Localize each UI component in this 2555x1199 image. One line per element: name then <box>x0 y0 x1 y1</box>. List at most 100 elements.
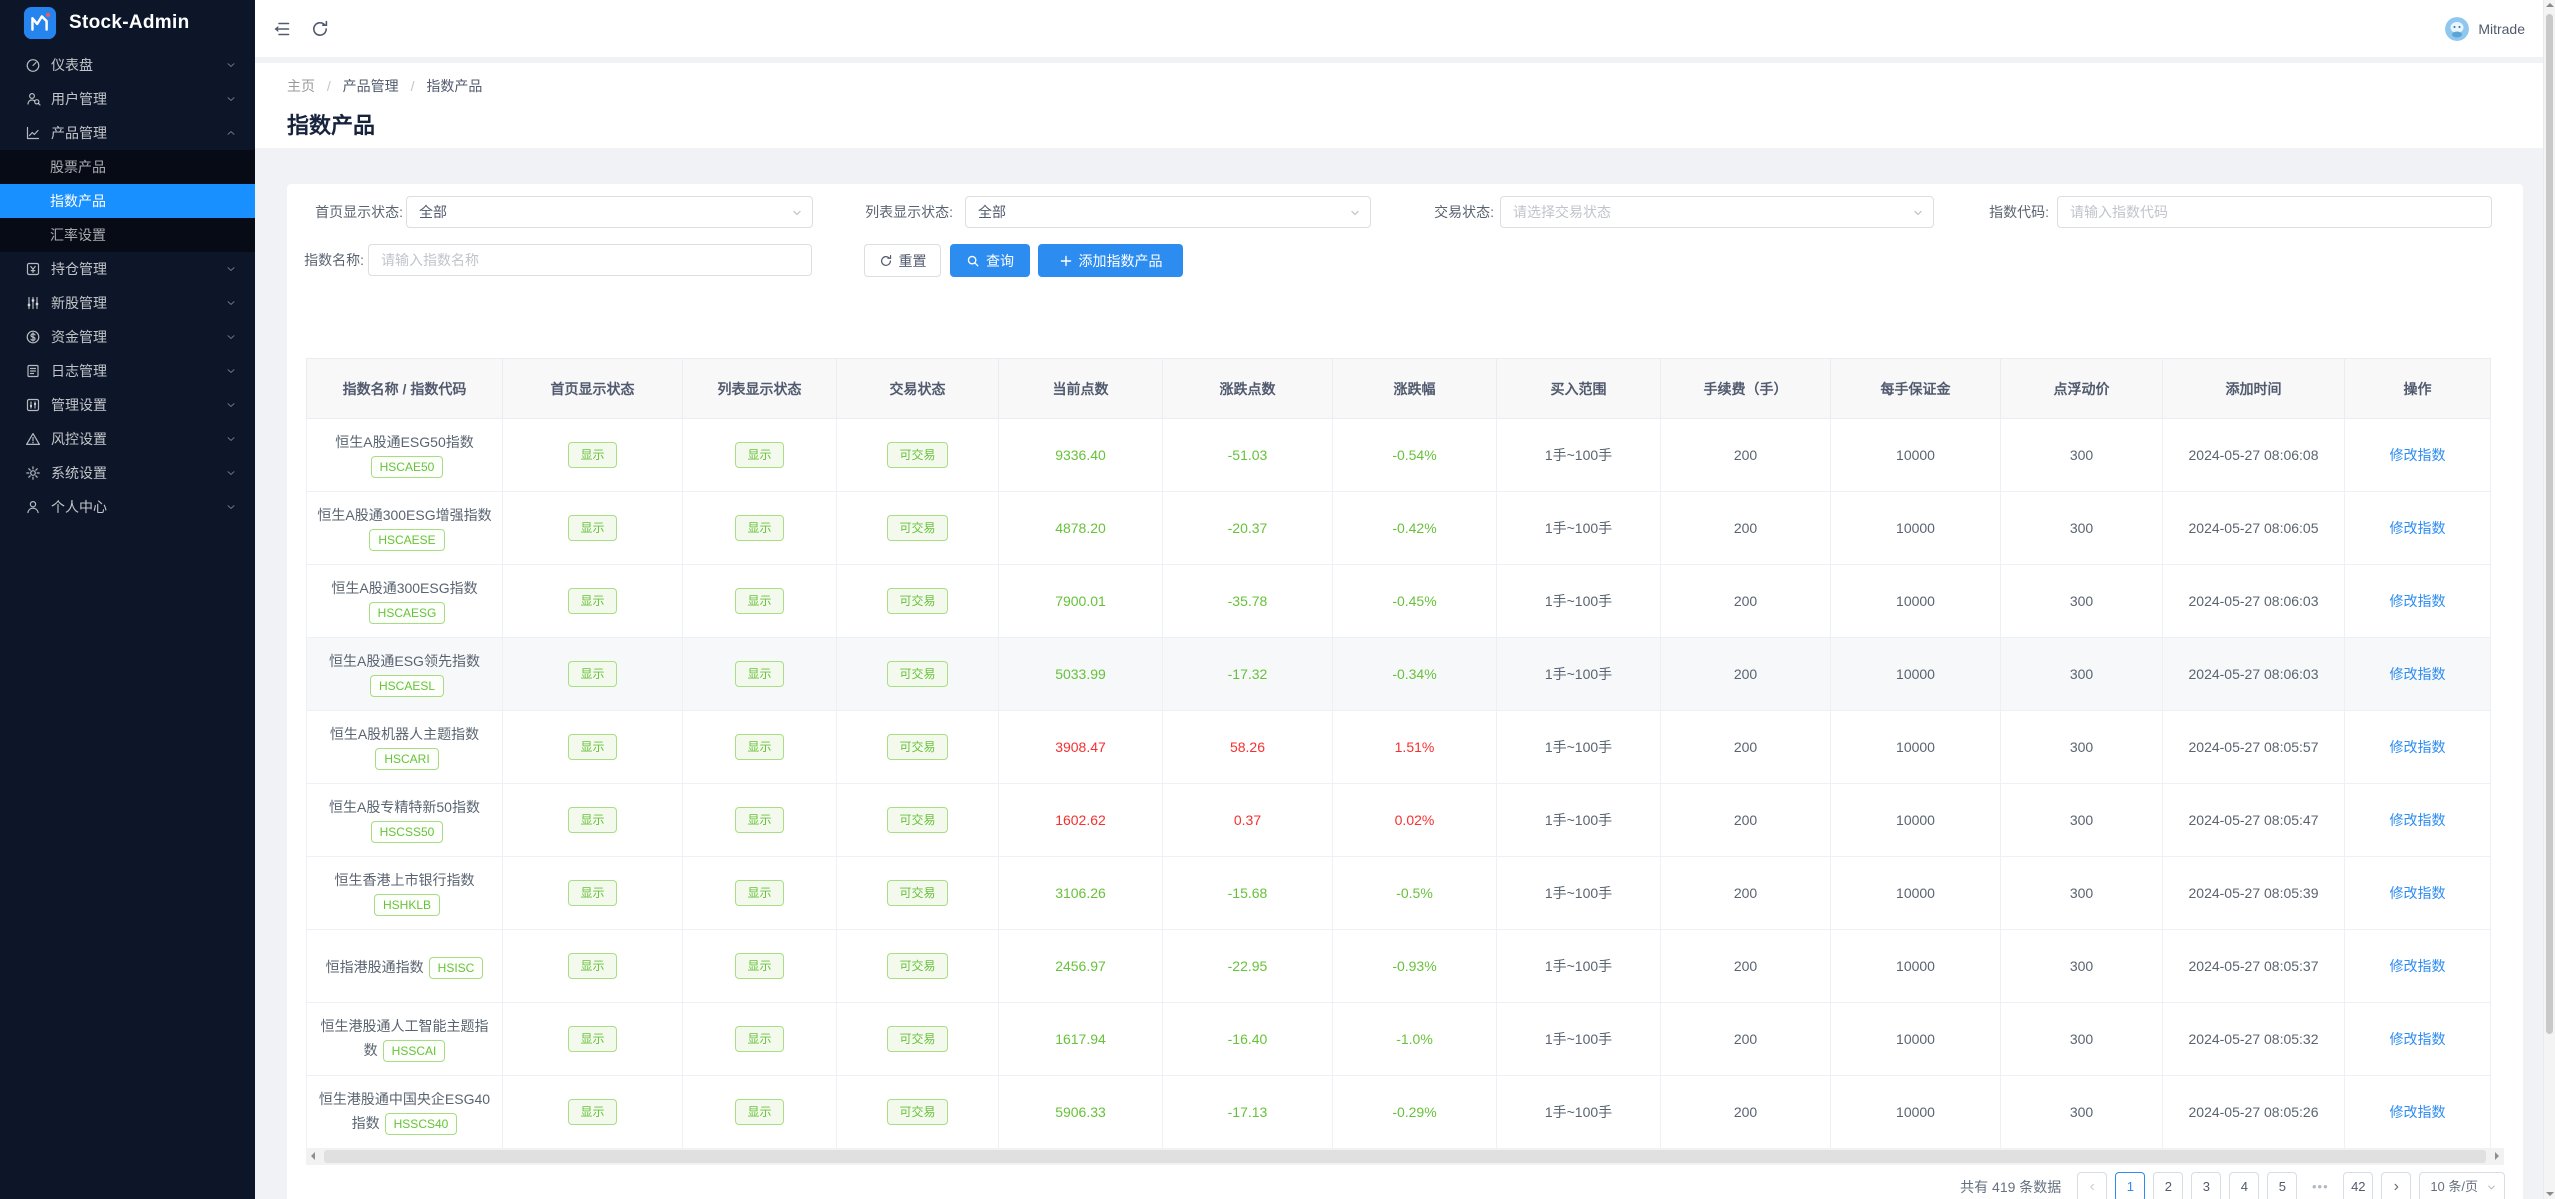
edit-index-link[interactable]: 修改指数 <box>2390 812 2446 828</box>
trade-status-badge[interactable]: 可交易 <box>887 442 948 468</box>
vertical-scrollbar-thumb[interactable] <box>2546 14 2553 1034</box>
list-status-badge[interactable]: 显示 <box>735 1099 784 1125</box>
pagination-next-button[interactable]: › <box>2381 1172 2412 1199</box>
home-status-badge[interactable]: 显示 <box>568 734 617 760</box>
pagination-page-button[interactable]: 4 <box>2229 1172 2260 1199</box>
edit-index-link[interactable]: 修改指数 <box>2390 666 2446 682</box>
buy-range: 1手~100手 <box>1496 491 1661 565</box>
sidebar-subitem-3[interactable]: 汇率设置 <box>0 218 255 252</box>
sidebar-item-3[interactable]: 产品管理 <box>0 116 255 150</box>
sidebar-item-5[interactable]: 新股管理 <box>0 286 255 320</box>
table-horizontal-scrollbar[interactable] <box>306 1148 2504 1165</box>
sidebar-item-label: 日志管理 <box>51 363 107 379</box>
trade-status-badge[interactable]: 可交易 <box>887 953 948 979</box>
list-status-badge[interactable]: 显示 <box>735 588 784 614</box>
table-header-row: 指数名称 / 指数代码 首页显示状态 列表显示状态 交易状态 当前点数 涨跌点数 涨跌幅 买入… <box>306 358 2491 419</box>
home-status-badge[interactable]: 显示 <box>568 515 617 541</box>
list-status-badge[interactable]: 显示 <box>735 734 784 760</box>
breadcrumb-home[interactable]: 主页 <box>287 78 315 94</box>
edit-index-link[interactable]: 修改指数 <box>2390 958 2446 974</box>
list-status-badge[interactable]: 显示 <box>735 807 784 833</box>
edit-index-link[interactable]: 修改指数 <box>2390 739 2446 755</box>
scroll-down-arrow-icon[interactable] <box>2546 1192 2554 1196</box>
horizontal-scrollbar-thumb[interactable] <box>324 1150 2486 1163</box>
list-status-badge[interactable]: 显示 <box>735 515 784 541</box>
user-avatar-icon[interactable] <box>2445 16 2470 41</box>
add-index-button[interactable]: 添加指数产品 <box>1038 244 1183 277</box>
trade-status-badge[interactable]: 可交易 <box>887 515 948 541</box>
scroll-left-arrow-icon[interactable] <box>311 1152 315 1160</box>
list-status-badge[interactable]: 显示 <box>735 880 784 906</box>
action-cell: 修改指数 <box>2344 564 2491 638</box>
dollar-icon <box>26 330 40 344</box>
trade-status-select[interactable]: 请选择交易状态 <box>1500 196 1934 228</box>
home-status-badge[interactable]: 显示 <box>568 1099 617 1125</box>
edit-index-link[interactable]: 修改指数 <box>2390 1031 2446 1047</box>
list-status-select[interactable]: 全部 <box>965 196 1371 228</box>
list-status-badge[interactable]: 显示 <box>735 1026 784 1052</box>
sidebar-item-8[interactable]: 管理设置 <box>0 388 255 422</box>
pagination-page-button[interactable]: 1 <box>2115 1172 2146 1199</box>
menu-fold-icon[interactable] <box>272 19 292 39</box>
sidebar-item-1[interactable]: 仪表盘 <box>0 48 255 82</box>
pagination-page-button[interactable]: 5 <box>2267 1172 2298 1199</box>
home-status-badge[interactable]: 显示 <box>568 1026 617 1052</box>
chevron-down-icon <box>227 471 235 475</box>
chevron-down-icon <box>2488 1185 2495 1190</box>
index-code-input[interactable] <box>2057 196 2492 228</box>
trade-status-badge[interactable]: 可交易 <box>887 734 948 760</box>
trade-status-badge[interactable]: 可交易 <box>887 880 948 906</box>
list-status-badge[interactable]: 显示 <box>735 442 784 468</box>
sidebar-item-7[interactable]: 日志管理 <box>0 354 255 388</box>
sidebar-item-2[interactable]: 用户管理 <box>0 82 255 116</box>
index-name-input[interactable] <box>368 244 812 276</box>
scroll-right-arrow-icon[interactable] <box>2495 1152 2499 1160</box>
trade-status-badge[interactable]: 可交易 <box>887 588 948 614</box>
current-points: 3106.26 <box>998 856 1163 930</box>
trade-status-badge[interactable]: 可交易 <box>887 1026 948 1052</box>
edit-index-link[interactable]: 修改指数 <box>2390 520 2446 536</box>
pagination-prev-button[interactable]: ‹ <box>2077 1172 2108 1199</box>
pagination-ellipsis[interactable]: ••• <box>2305 1172 2335 1199</box>
sidebar-item-4[interactable]: 持仓管理 <box>0 252 255 286</box>
refresh-icon[interactable] <box>310 19 330 39</box>
current-points: 3908.47 <box>998 710 1163 784</box>
main-area: Mitrade 主页 / 产品管理 / 指数产品 指数产品 首页显示状态: 全部… <box>255 0 2555 1199</box>
reset-button[interactable]: 重置 <box>864 244 941 277</box>
home-status-badge[interactable]: 显示 <box>568 953 617 979</box>
list-status-badge[interactable]: 显示 <box>735 953 784 979</box>
edit-index-link[interactable]: 修改指数 <box>2390 885 2446 901</box>
list-status-badge[interactable]: 显示 <box>735 661 784 687</box>
sidebar-subitem-2[interactable]: 指数产品 <box>0 184 255 218</box>
edit-index-link[interactable]: 修改指数 <box>2390 1104 2446 1120</box>
sidebar-subitem-1[interactable]: 股票产品 <box>0 150 255 184</box>
home-status-badge[interactable]: 显示 <box>568 880 617 906</box>
sidebar-item-6[interactable]: 资金管理 <box>0 320 255 354</box>
home-status-badge[interactable]: 显示 <box>568 588 617 614</box>
list-status-value: 全部 <box>978 204 1006 220</box>
sidebar-item-10[interactable]: 系统设置 <box>0 456 255 490</box>
scroll-up-arrow-icon[interactable] <box>2546 3 2554 7</box>
trade-status-badge[interactable]: 可交易 <box>887 807 948 833</box>
trade-status-badge[interactable]: 可交易 <box>887 661 948 687</box>
page-size-select[interactable]: 10 条/页 <box>2419 1172 2505 1199</box>
column-header: 列表显示状态 <box>682 358 837 419</box>
pagination-page-button[interactable]: 42 <box>2343 1172 2374 1199</box>
window-vertical-scrollbar[interactable] <box>2543 0 2555 1199</box>
home-status-select[interactable]: 全部 <box>406 196 813 228</box>
home-status-badge[interactable]: 显示 <box>568 807 617 833</box>
topbar-user[interactable]: Mitrade <box>2445 16 2525 41</box>
sidebar-item-9[interactable]: 风控设置 <box>0 422 255 456</box>
home-status-badge[interactable]: 显示 <box>568 442 617 468</box>
chevron-down-icon <box>227 301 235 305</box>
trade-status-badge[interactable]: 可交易 <box>887 1099 948 1125</box>
breadcrumb-section[interactable]: 产品管理 <box>343 78 399 94</box>
trade-status-cell: 可交易 <box>836 856 999 930</box>
home-status-badge[interactable]: 显示 <box>568 661 617 687</box>
edit-index-link[interactable]: 修改指数 <box>2390 593 2446 609</box>
pagination-page-button[interactable]: 2 <box>2153 1172 2184 1199</box>
sidebar-item-11[interactable]: 个人中心 <box>0 490 255 524</box>
edit-index-link[interactable]: 修改指数 <box>2390 447 2446 463</box>
pagination-page-button[interactable]: 3 <box>2191 1172 2222 1199</box>
query-button[interactable]: 查询 <box>950 244 1030 277</box>
